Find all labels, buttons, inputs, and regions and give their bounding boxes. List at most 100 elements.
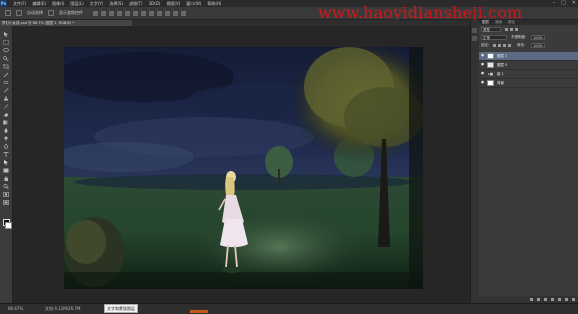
- adjustment-layer-icon[interactable]: [551, 298, 554, 301]
- menu-file[interactable]: 文件(F): [13, 1, 26, 7]
- tab-layers[interactable]: 图层: [482, 20, 489, 25]
- path-selection-tool-icon[interactable]: [3, 160, 9, 165]
- layer-filter-row: 类型: [479, 26, 578, 33]
- blur-tool-icon[interactable]: [3, 128, 9, 133]
- type-tool-icon[interactable]: [3, 152, 9, 157]
- close-button[interactable]: ✕: [572, 0, 576, 6]
- layer-row[interactable]: ● 图层 0: [479, 61, 578, 70]
- move-tool-icon[interactable]: [5, 10, 11, 16]
- lock-pixels-icon[interactable]: [498, 44, 501, 47]
- blend-mode-select[interactable]: 正常: [481, 35, 507, 40]
- align-right-icon[interactable]: [133, 10, 138, 16]
- zoom-tool-icon[interactable]: [3, 184, 9, 189]
- menu-image[interactable]: 图像(I): [52, 1, 64, 7]
- lock-label: 锁定:: [481, 43, 490, 47]
- quick-select-tool-icon[interactable]: [3, 56, 9, 61]
- history-brush-tool-icon[interactable]: [3, 104, 9, 109]
- opacity-input[interactable]: 100%: [531, 35, 545, 40]
- zoom-level[interactable]: 66.67%: [8, 306, 23, 311]
- distribute-left-icon[interactable]: [165, 10, 170, 16]
- filter-pixel-icon[interactable]: [505, 28, 508, 31]
- lock-all-icon[interactable]: [508, 44, 511, 47]
- layer-kind-select[interactable]: 类型: [481, 27, 501, 32]
- history-panel-icon[interactable]: [472, 28, 477, 33]
- crop-tool-icon[interactable]: [3, 64, 9, 69]
- align-bottom-icon[interactable]: [109, 10, 114, 16]
- layer-name[interactable]: 组 1: [497, 70, 504, 78]
- layer-thumbnail: [487, 53, 494, 59]
- align-left-icon[interactable]: [117, 10, 122, 16]
- document-info[interactable]: 文档:4.12M/26.7M: [45, 306, 80, 312]
- align-center-icon[interactable]: [125, 10, 130, 16]
- auto-select-label[interactable]: 自动选择: [27, 10, 43, 16]
- gradient-tool-icon[interactable]: [3, 120, 9, 125]
- link-layers-icon[interactable]: [530, 298, 533, 301]
- layer-style-icon[interactable]: [537, 298, 540, 301]
- menu-view[interactable]: 视图(V): [166, 1, 180, 7]
- menu-type[interactable]: 文字(Y): [90, 1, 104, 7]
- eye-icon[interactable]: ●: [481, 80, 484, 84]
- tab-paths[interactable]: 路径: [508, 20, 515, 25]
- lock-transparency-icon[interactable]: [493, 44, 496, 47]
- distribute-top-icon[interactable]: [141, 10, 146, 16]
- align-middle-icon[interactable]: [101, 10, 106, 16]
- distribute-right-icon[interactable]: [181, 10, 186, 16]
- document-canvas[interactable]: [64, 47, 423, 289]
- eye-icon[interactable]: ●: [481, 62, 484, 66]
- lock-position-icon[interactable]: [503, 44, 506, 47]
- eye-icon[interactable]: ●: [481, 71, 484, 75]
- dodge-tool-icon[interactable]: [3, 136, 9, 141]
- layer-name[interactable]: 背景: [497, 79, 504, 87]
- layer-name[interactable]: 图层 1: [497, 52, 507, 60]
- menu-3d[interactable]: 3D(D): [149, 1, 161, 6]
- menu-window[interactable]: 窗口(W): [186, 1, 201, 7]
- folder-icon: ▸■: [488, 72, 494, 76]
- new-layer-icon[interactable]: [565, 298, 568, 301]
- brush-tool-icon[interactable]: [3, 88, 9, 93]
- properties-panel-icon[interactable]: [472, 36, 477, 41]
- menu-edit[interactable]: 编辑(E): [32, 1, 46, 7]
- background-color-swatch[interactable]: [5, 222, 12, 229]
- menu-select[interactable]: 选择(S): [109, 1, 123, 7]
- hand-tool-icon[interactable]: [3, 176, 9, 181]
- maximize-button[interactable]: □: [561, 0, 566, 6]
- photoshop-logo: Ps: [0, 0, 7, 7]
- distribute-middle-icon[interactable]: [149, 10, 154, 16]
- menu-filter[interactable]: 滤镜(T): [129, 1, 143, 7]
- rectangle-tool-icon[interactable]: [3, 168, 9, 173]
- menu-help[interactable]: 帮助(H): [207, 1, 221, 7]
- menu-layer[interactable]: 图层(L): [70, 1, 83, 7]
- window-controls: – □ ✕: [553, 0, 576, 6]
- layer-name[interactable]: 图层 0: [497, 61, 507, 69]
- layer-thumbnail: [487, 80, 494, 86]
- marquee-tool-icon[interactable]: [3, 40, 9, 45]
- add-mask-icon[interactable]: [544, 298, 547, 301]
- new-group-icon[interactable]: [558, 298, 561, 301]
- clone-stamp-tool-icon[interactable]: [3, 96, 9, 101]
- screen-mode-icon[interactable]: [3, 200, 9, 205]
- canvas-area[interactable]: [13, 26, 470, 303]
- tab-channels[interactable]: 通道: [495, 20, 502, 25]
- lasso-tool-icon[interactable]: [3, 48, 9, 53]
- eraser-tool-icon[interactable]: [3, 112, 9, 117]
- fill-input[interactable]: 100%: [531, 43, 545, 48]
- quick-mask-icon[interactable]: [3, 192, 9, 197]
- layer-group-row[interactable]: ● ▸■ 组 1: [479, 70, 578, 79]
- transform-controls-label[interactable]: 显示变换控件: [59, 10, 83, 16]
- checkbox-icon[interactable]: [16, 10, 22, 16]
- move-tool-icon[interactable]: [3, 32, 9, 37]
- delete-layer-icon[interactable]: [572, 298, 575, 301]
- minimize-button[interactable]: –: [553, 0, 556, 6]
- healing-brush-tool-icon[interactable]: [3, 80, 9, 85]
- pen-tool-icon[interactable]: [3, 144, 9, 149]
- distribute-bottom-icon[interactable]: [157, 10, 162, 16]
- filter-type-icon[interactable]: [515, 28, 518, 31]
- eyedropper-tool-icon[interactable]: [3, 72, 9, 77]
- align-top-icon[interactable]: [93, 10, 98, 16]
- distribute-center-icon[interactable]: [173, 10, 178, 16]
- layer-row[interactable]: ● 图层 1: [479, 52, 578, 61]
- layer-row[interactable]: ● 背景: [479, 79, 578, 88]
- filter-adjust-icon[interactable]: [510, 28, 513, 31]
- eye-icon[interactable]: ●: [481, 53, 484, 57]
- checkbox-icon[interactable]: [48, 10, 54, 16]
